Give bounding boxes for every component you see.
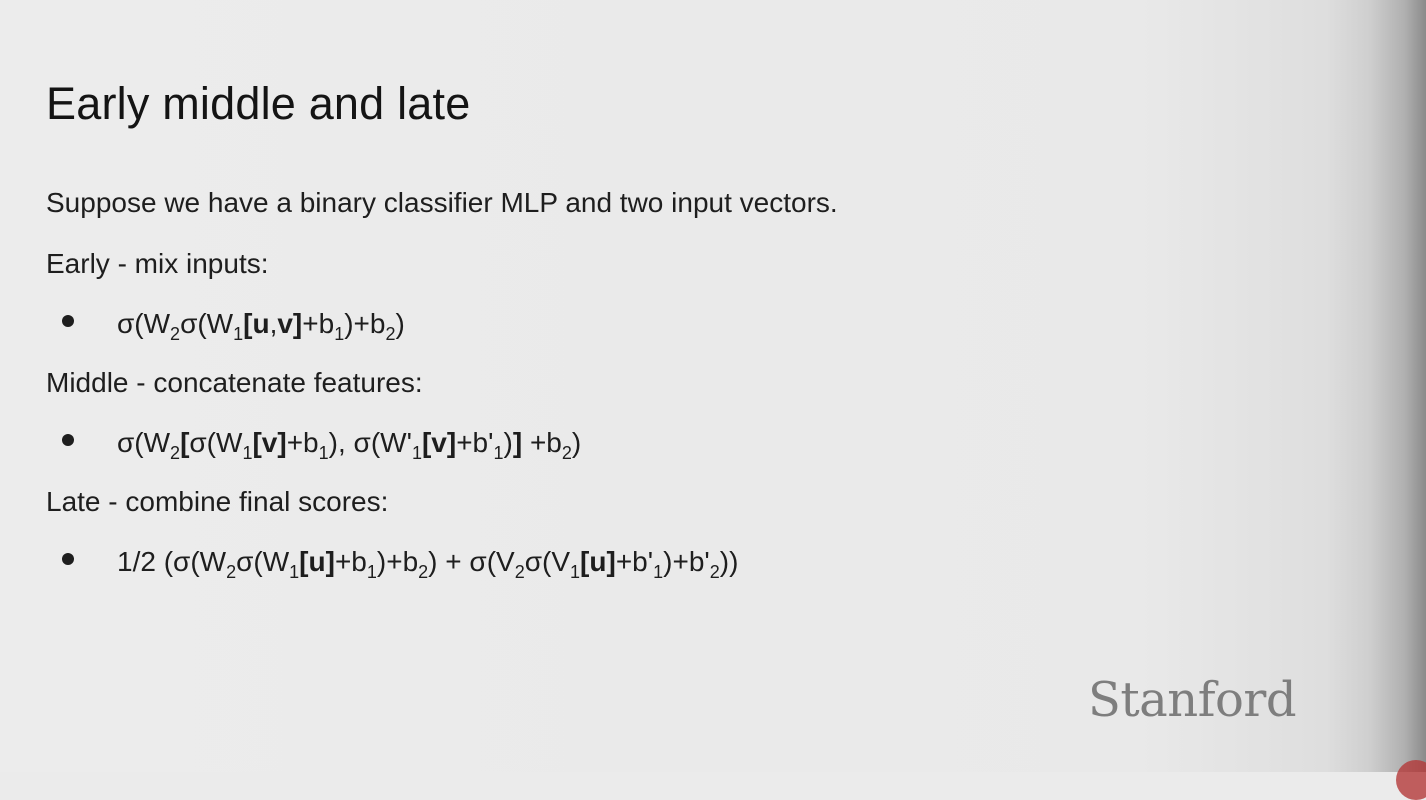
bullet-early: σ(W2σ(W1[u,v]+b1)+b2) bbox=[62, 308, 405, 344]
bullet-dot bbox=[62, 315, 74, 327]
slide: Early middle and late Suppose we have a … bbox=[0, 0, 1426, 772]
intro-text: Suppose we have a binary classifier MLP … bbox=[46, 187, 838, 218]
bullet-dot bbox=[62, 553, 74, 565]
corner-decoration bbox=[1396, 760, 1426, 800]
slide-title: Early middle and late bbox=[46, 78, 471, 129]
formula-late: 1/2 (σ(W2σ(W1[u]+b1)+b2) + σ(V2σ(V1[u]+b… bbox=[117, 546, 739, 582]
bullet-dot bbox=[62, 434, 74, 446]
section-heading-middle: Middle - concatenate features: bbox=[46, 367, 423, 398]
bullet-late: 1/2 (σ(W2σ(W1[u]+b1)+b2) + σ(V2σ(V1[u]+b… bbox=[62, 546, 739, 582]
bullet-middle: σ(W2[σ(W1[v]+b1), σ(W'1[v]+b'1)] +b2) bbox=[62, 427, 582, 463]
formula-middle: σ(W2[σ(W1[v]+b1), σ(W'1[v]+b'1)] +b2) bbox=[117, 427, 582, 463]
formula-early: σ(W2σ(W1[u,v]+b1)+b2) bbox=[117, 308, 405, 344]
stanford-logo: Stanford bbox=[1088, 672, 1297, 728]
section-heading-late: Late - combine final scores: bbox=[46, 486, 389, 517]
section-heading-early: Early - mix inputs: bbox=[46, 248, 269, 279]
